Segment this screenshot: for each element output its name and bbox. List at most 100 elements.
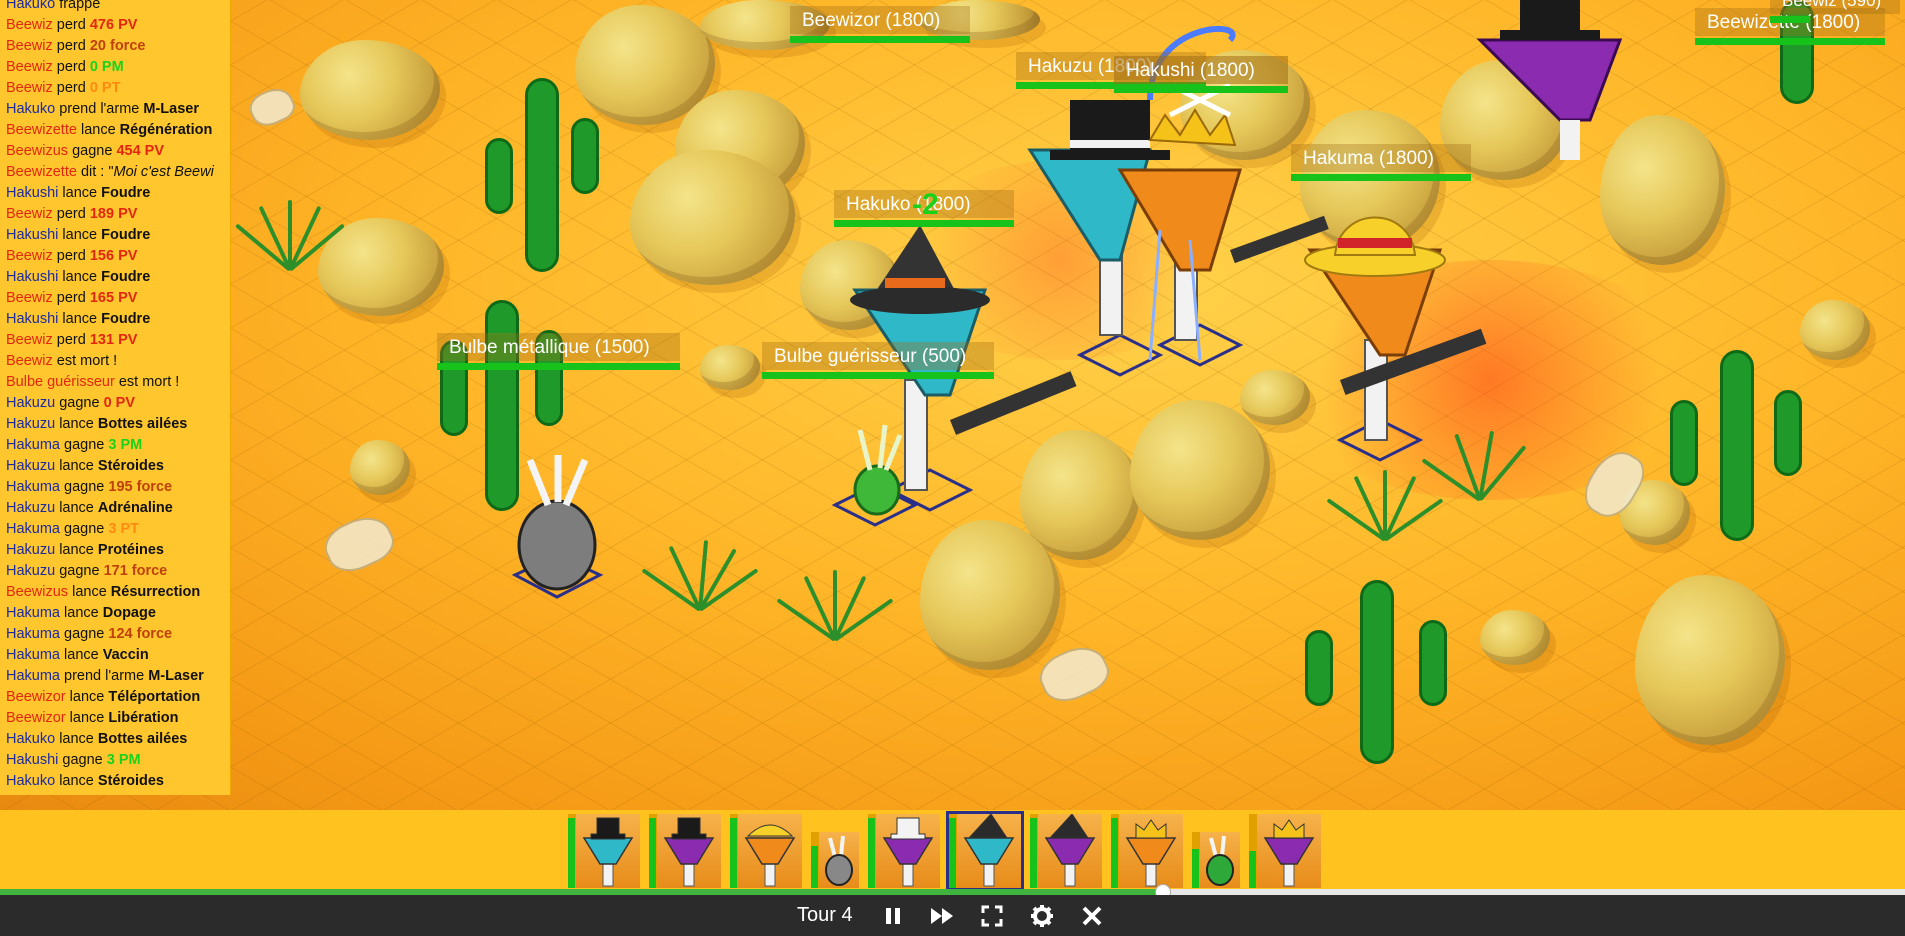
log-action: lance bbox=[55, 500, 98, 516]
turn-label: Tour 4 bbox=[797, 904, 853, 926]
straw-hat-icon bbox=[744, 824, 796, 887]
turn-slot-portrait bbox=[819, 832, 859, 888]
log-actor: Hakuma bbox=[6, 626, 60, 642]
log-actor: Hakushi bbox=[6, 752, 59, 768]
log-line: Hakuzu lance Stéroides bbox=[0, 456, 230, 477]
log-actor: Beewizette bbox=[6, 164, 77, 180]
turn-slot-hp bbox=[949, 817, 956, 888]
log-value: Foudre bbox=[101, 311, 151, 327]
turn-slot-hakuko[interactable] bbox=[946, 811, 1024, 891]
log-line: Hakuma lance Vaccin bbox=[0, 645, 230, 666]
gear-icon[interactable] bbox=[1027, 901, 1057, 931]
log-action: est mort ! bbox=[52, 353, 118, 369]
fullscreen-icon[interactable] bbox=[977, 901, 1007, 931]
top-hat-black-icon bbox=[582, 817, 634, 887]
fast-forward-icon[interactable] bbox=[927, 901, 957, 931]
log-actor: Beewiz bbox=[6, 290, 53, 306]
log-action: perd bbox=[52, 206, 90, 222]
log-line: Beewizette dit : "Moi c'est Beewi bbox=[0, 162, 230, 183]
log-action: perd bbox=[52, 248, 90, 264]
log-action: dit : " bbox=[76, 164, 114, 180]
turn-slot-bulbe-metallique[interactable] bbox=[811, 832, 859, 888]
log-actor: Hakuma bbox=[6, 437, 60, 453]
turn-slot-portrait bbox=[957, 814, 1021, 888]
log-actor: Hakuma bbox=[6, 605, 60, 621]
close-icon[interactable] bbox=[1077, 901, 1107, 931]
hp-bar bbox=[1695, 38, 1885, 45]
log-value: 476 PV bbox=[89, 17, 138, 33]
log-value: Téléportation bbox=[108, 689, 201, 705]
nameplate-label: Beewiz (590) bbox=[1770, 0, 1900, 14]
log-value: 3 PM bbox=[106, 752, 141, 768]
log-action: lance bbox=[60, 647, 103, 663]
log-actor: Hakushi bbox=[6, 311, 59, 327]
log-value: Vaccin bbox=[102, 647, 149, 663]
unit-hakuzu[interactable] bbox=[1027, 100, 1170, 377]
log-action: gagne bbox=[55, 395, 104, 411]
turn-slot-beewiz[interactable] bbox=[649, 814, 721, 888]
turn-slot-portrait bbox=[576, 814, 640, 888]
turn-slot-portrait bbox=[1119, 814, 1183, 888]
log-value: Moi c'est Beewi bbox=[113, 164, 214, 180]
log-line: Hakuzu lance Adrénaline bbox=[0, 498, 230, 519]
log-action: gagne bbox=[55, 563, 104, 579]
unit-bulbe-guerisseur[interactable] bbox=[831, 424, 919, 527]
log-action: lance bbox=[58, 185, 102, 201]
log-value: 0 PV bbox=[103, 395, 135, 411]
turn-slot-beewizor[interactable] bbox=[1249, 814, 1321, 888]
log-value: 454 PV bbox=[116, 143, 165, 159]
nameplate-label: Hakuma (1800) bbox=[1291, 144, 1471, 172]
turn-slot-hp bbox=[811, 846, 818, 888]
log-value: 156 PV bbox=[89, 248, 138, 264]
log-actor: Hakushi bbox=[6, 227, 59, 243]
top-hat-white-icon bbox=[882, 817, 934, 887]
log-action: prend l'arme bbox=[55, 101, 144, 117]
log-value: 3 PM bbox=[108, 437, 143, 453]
turn-slot-hp bbox=[568, 817, 575, 888]
log-actor: Hakuzu bbox=[6, 395, 56, 411]
turn-slot-hp bbox=[649, 817, 656, 888]
log-value: 0 PM bbox=[89, 59, 124, 75]
log-value: Bottes ailées bbox=[97, 731, 188, 747]
log-line: Hakuko frappe bbox=[0, 0, 230, 15]
turn-slot-hakushi[interactable] bbox=[1111, 814, 1183, 888]
turn-slot-hakuma[interactable] bbox=[730, 814, 802, 888]
nameplate-bulbe-metallique: Bulbe métallique (1500) bbox=[437, 333, 680, 373]
log-value: Stéroides bbox=[97, 458, 164, 474]
turn-slot-beewizette[interactable] bbox=[868, 814, 940, 888]
unit-bulbe-metallique[interactable] bbox=[511, 455, 604, 599]
log-value: Stéroides bbox=[97, 773, 164, 789]
turn-slot-bulbe-guerisseur[interactable] bbox=[1192, 832, 1240, 888]
action-log[interactable]: Hakuko frappe Beewiz perd 476 PV Beewiz p… bbox=[0, 0, 231, 795]
log-value: M-Laser bbox=[148, 668, 204, 684]
log-line: Beewizus lance Résurrection bbox=[0, 582, 230, 603]
log-line: Beewizor lance Téléportation bbox=[0, 687, 230, 708]
log-action: perd bbox=[52, 59, 90, 75]
log-line: Beewiz perd 0 PM bbox=[0, 57, 230, 78]
log-action: lance bbox=[58, 269, 102, 285]
unit-hakuma[interactable] bbox=[1304, 216, 1487, 462]
turn-slot-portrait bbox=[1200, 832, 1240, 888]
turn-slot-beewizus[interactable] bbox=[1030, 814, 1102, 888]
nameplate-label: Hakushi (1800) bbox=[1114, 56, 1288, 84]
log-actor: Beewizus bbox=[6, 584, 69, 600]
nameplate-bulbe-guerisseur: Bulbe guérisseur (500) bbox=[762, 342, 994, 382]
log-value: 189 PV bbox=[89, 206, 138, 222]
turn-order-bar bbox=[0, 810, 1905, 892]
log-actor: Beewizette bbox=[6, 122, 77, 138]
log-line: Hakuma gagne 3 PT bbox=[0, 519, 230, 540]
log-actor: Hakuzu bbox=[6, 500, 56, 516]
log-value: Foudre bbox=[101, 227, 151, 243]
log-line: Hakuko lance Bottes ailées bbox=[0, 729, 230, 750]
none-icon bbox=[825, 835, 853, 886]
log-line: Hakuzu lance Protéines bbox=[0, 540, 230, 561]
nameplate-hakushi: Hakushi (1800) bbox=[1114, 56, 1288, 96]
log-actor: Beewiz bbox=[6, 332, 53, 348]
turn-slot-hakuzu[interactable] bbox=[568, 814, 640, 888]
log-value: Foudre bbox=[101, 185, 151, 201]
log-actor: Beewiz bbox=[6, 38, 53, 54]
turn-slot-portrait bbox=[657, 814, 721, 888]
pause-icon[interactable] bbox=[878, 901, 908, 931]
witch-hat-icon bbox=[1044, 814, 1096, 887]
unit-beewiz[interactable] bbox=[1476, 0, 1623, 160]
